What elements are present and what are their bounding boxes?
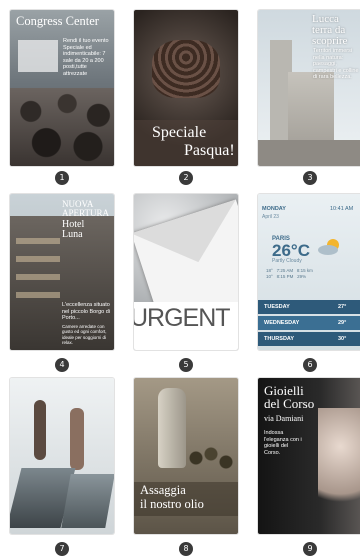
person-image — [70, 408, 84, 470]
forecast-day: TUESDAY — [264, 304, 290, 310]
card-title-line2: Pasqua! — [184, 142, 235, 159]
card-number-badge: 1 — [55, 171, 69, 185]
chocolate-image — [152, 40, 220, 98]
card-number-badge: 6 — [303, 358, 317, 372]
stat-humidity: 29% — [297, 274, 307, 279]
forecast-temp: 27° — [338, 304, 347, 310]
weather-time: 10:41 AM — [330, 206, 354, 212]
title-line3: scoprire — [312, 35, 348, 47]
card-olio[interactable]: Assaggia il nostro olio — [134, 378, 238, 534]
forecast-row: WEDNESDAY 29° — [258, 316, 360, 330]
presentation-screen-image — [18, 40, 58, 72]
card-gioielli[interactable]: Gioielli del Corso via Damiani Indossa l… — [258, 378, 360, 534]
stat-wind: 8:15 km — [296, 268, 313, 273]
window-row — [16, 292, 60, 298]
weather-date: April 23 — [262, 214, 279, 220]
card-fitness[interactable] — [10, 378, 114, 534]
title-line2: APERTURA — [62, 208, 109, 218]
window-row — [16, 238, 60, 244]
stat-temp-low: 10° — [266, 274, 273, 279]
person-image — [34, 400, 46, 460]
card-number-badge: 4 — [55, 358, 69, 372]
card-number-badge: 5 — [179, 358, 193, 372]
forecast-temp: 29° — [338, 320, 347, 326]
card-urgent[interactable]: URGENT — [134, 194, 238, 350]
card-number-badge: 9 — [303, 542, 317, 556]
stat-sunrise: 7:25 AM — [276, 268, 294, 273]
card-title-line1: Assaggia — [140, 483, 186, 497]
forecast-day: THURSDAY — [264, 336, 295, 342]
title-line4: Luna — [62, 229, 83, 240]
stat-temp-high: 18° — [266, 268, 273, 273]
card-speciale-pasqua[interactable]: Speciale Pasqua! — [134, 10, 238, 166]
card-text: Territori immersi nella natura: paesaggi… — [313, 48, 359, 80]
audience-image — [10, 88, 114, 166]
window-row — [16, 274, 60, 280]
weather-condition: Partly Cloudy — [272, 258, 302, 264]
card-title-hotel: Hotel Luna — [62, 220, 84, 240]
olives-image — [186, 438, 236, 478]
card-text: Indossa l'eleganza con i gioielli del Co… — [264, 430, 302, 456]
weather-day: MONDAY — [262, 206, 286, 212]
card-title-line2: del Corso — [264, 396, 315, 411]
urgent-stamp-text: URGENT — [134, 304, 231, 332]
forecast-temp: 30° — [338, 336, 347, 342]
card-text-detail: Camere arredate con gusto ed ogni comfor… — [62, 323, 107, 346]
card-title: Congress Center — [16, 14, 99, 28]
card-title: Lucca terra da scoprire — [312, 14, 347, 47]
square-image — [258, 140, 360, 166]
forecast-row: TUESDAY 27° — [258, 300, 360, 314]
card-text-main: L'eccellenza situato nel piccolo Borgo d… — [62, 302, 111, 321]
card-title-line1: Speciale — [152, 124, 207, 141]
card-subtitle: via Damiani — [264, 414, 304, 423]
partly-cloudy-icon — [318, 239, 339, 255]
card-number-badge: 3 — [303, 171, 317, 185]
card-title-line2: il nostro olio — [140, 497, 204, 511]
card-weather-widget[interactable]: MONDAY 10:41 AM April 23 PARIS 26°C Part… — [258, 194, 360, 350]
card-lucca[interactable]: Lucca terra da scoprire Territori immers… — [258, 10, 360, 166]
card-text: Rendi il tuo evento Speciale ed indiment… — [63, 38, 109, 77]
card-text: L'eccellenza situato nel piccolo Borgo d… — [62, 302, 110, 346]
card-number-badge: 8 — [179, 542, 193, 556]
card-hotel-luna[interactable]: NUOVA APERTURA Hotel Luna L'eccellenza s… — [10, 194, 114, 350]
stat-sunset: 8:15 PM — [276, 274, 294, 279]
forecast-day: WEDNESDAY — [264, 320, 300, 326]
card-title-new: NUOVA APERTURA — [62, 200, 109, 218]
model-portrait-image — [318, 408, 360, 518]
window-row — [16, 256, 60, 262]
forecast-row: THURSDAY 30° — [258, 332, 360, 346]
card-number-badge: 7 — [55, 542, 69, 556]
envelope-flap — [134, 199, 238, 280]
card-congress-center[interactable]: Congress Center Rendi il tuo evento Spec… — [10, 10, 114, 166]
weather-stats: 18° 7:25 AM 8:15 km 10° 8:15 PM 29% — [266, 268, 356, 280]
olive-oil-bottle-image — [158, 388, 186, 468]
treadmill-image — [61, 474, 114, 528]
card-number-badge: 2 — [179, 171, 193, 185]
